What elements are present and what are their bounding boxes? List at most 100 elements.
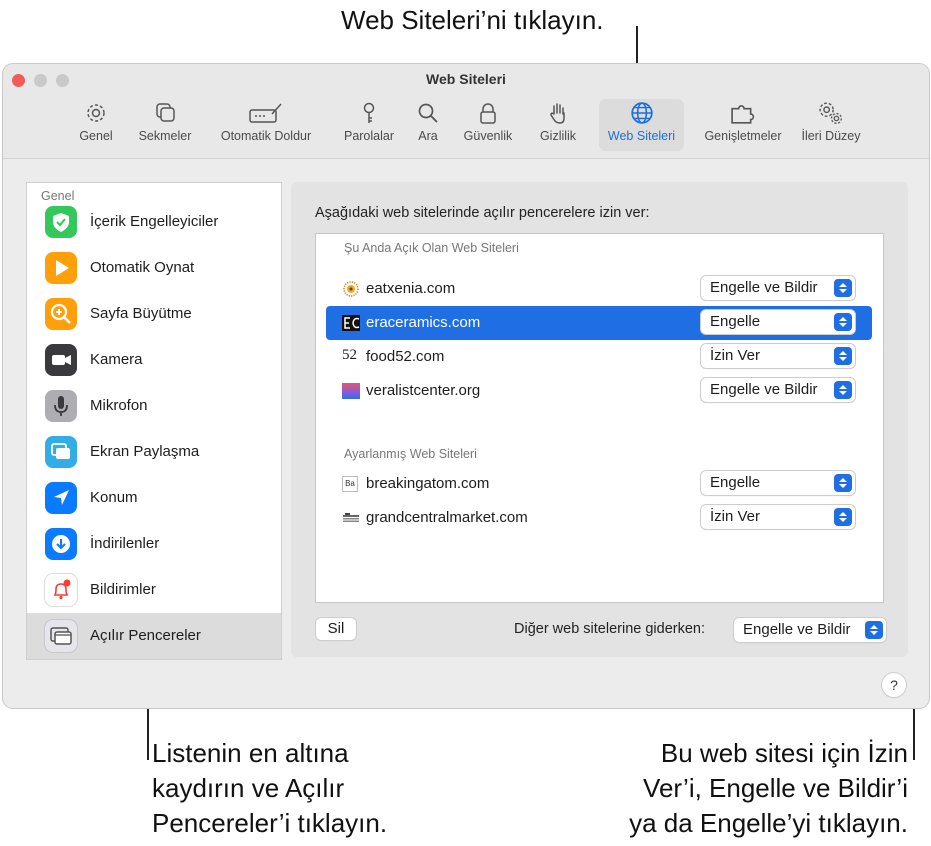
sidebar-item-label: İçerik Engelleyiciler: [90, 213, 219, 230]
gcm-favicon-icon: [343, 513, 359, 522]
autofill-icon: [249, 103, 282, 123]
callout-top: Web Siteleri’ni tıklayın.: [341, 5, 604, 35]
gear-icon: [87, 104, 105, 122]
sidebar-item-label: Otomatik Oynat: [90, 259, 195, 276]
chevron-updown-icon: [834, 279, 852, 297]
callout-left-line-3: Pencereler’i tıklayın.: [152, 808, 388, 838]
ba-favicon-icon: Ba: [342, 476, 358, 492]
sidebar-item-konum[interactable]: Konum: [27, 475, 281, 521]
help-button[interactable]: ?: [882, 673, 906, 697]
popup-value: Engelle: [710, 313, 761, 330]
microphone-icon: [45, 390, 77, 422]
tab-ara[interactable]: Ara: [409, 99, 447, 151]
tab-guvenlik[interactable]: Güvenlik: [458, 99, 518, 151]
location-icon: [45, 482, 77, 514]
titlebar: Web Siteleri Genel Sekmeler Otomatik Dol…: [3, 64, 929, 159]
site-row[interactable]: veralistcenter.org Engelle ve Bildir: [326, 374, 872, 408]
chevron-updown-icon: [834, 381, 852, 399]
sidebar-item-otomatik-oynat[interactable]: Otomatik Oynat: [27, 245, 281, 291]
chevron-updown-icon: [834, 347, 852, 365]
chevron-updown-icon: [865, 621, 883, 639]
other-sites-label: Diğer web sitelerine giderken:: [514, 621, 706, 637]
tab-gizlilik[interactable]: Gizlilik: [533, 99, 583, 151]
section-configured-sites: Ayarlanmış Web Siteleri: [344, 447, 477, 461]
sidebar-item-kamera[interactable]: Kamera: [27, 337, 281, 383]
callout-right-line-3: ya da Engelle’yi tıklayın.: [629, 808, 908, 838]
popup-value: Engelle ve Bildir: [743, 621, 851, 638]
popup-value: İzin Ver: [710, 508, 761, 525]
site-name: eraceramics.com: [366, 314, 481, 331]
tab-genel-label: Genel: [79, 129, 113, 143]
screen-sharing-icon: [45, 436, 77, 468]
site-row-selected[interactable]: eraceramics.com Engelle: [326, 306, 872, 340]
site-row[interactable]: eatxenia.com Engelle ve Bildir: [326, 272, 872, 306]
panel-heading: Aşağıdaki web sitelerinde açılır pencere…: [315, 205, 650, 221]
popup-settings-panel: Aşağıdaki web sitelerinde açılır pencere…: [291, 182, 908, 657]
sidebar-item-bildirimler[interactable]: Bildirimler: [27, 567, 281, 613]
website-list[interactable]: Şu Anda Açık Olan Web Siteleri eatxenia.…: [315, 233, 884, 603]
site-setting-popup[interactable]: İzin Ver: [701, 505, 855, 529]
site-setting-popup[interactable]: İzin Ver: [701, 344, 855, 368]
sun-favicon-icon: [343, 281, 359, 297]
tab-ileri-duzey-label: İleri Düzey: [801, 129, 861, 143]
site-setting-popup[interactable]: Engelle ve Bildir: [701, 378, 855, 402]
chevron-updown-icon: [834, 474, 852, 492]
sidebar-item-label: Sayfa Büyütme: [90, 305, 192, 322]
other-sites-popup[interactable]: Engelle ve Bildir: [734, 618, 886, 642]
callout-right: Bu web sitesi için İzin Ver’i, Engelle v…: [590, 736, 908, 841]
popup-value: İzin Ver: [710, 347, 761, 364]
window-title: Web Siteleri: [426, 71, 506, 87]
autoplay-icon: [45, 252, 77, 284]
tab-genisletmeler[interactable]: Genişletmeler: [697, 99, 789, 151]
lock-icon: [480, 103, 496, 124]
camera-icon: [45, 344, 77, 376]
sidebar-item-label: Konum: [90, 489, 138, 506]
tab-sekmeler[interactable]: Sekmeler: [133, 99, 197, 151]
site-row[interactable]: Ba breakingatom.com Engelle: [326, 467, 872, 501]
sidebar-item-label: Bildirimler: [90, 581, 156, 598]
remove-button[interactable]: Sil: [316, 618, 356, 640]
popup-value: Engelle ve Bildir: [710, 381, 818, 398]
sidebar-item-label: İndirilenler: [90, 535, 160, 552]
site-name: veralistcenter.org: [366, 382, 481, 399]
ec-favicon-icon: [342, 315, 360, 331]
site-setting-popup[interactable]: Engelle ve Bildir: [701, 276, 855, 300]
sidebar-item-acilir-pencereler[interactable]: Açılır Pencereler: [27, 613, 281, 659]
tab-ileri-duzey[interactable]: İleri Düzey: [789, 99, 873, 151]
tab-parolalar[interactable]: Parolalar: [337, 99, 401, 151]
callout-left-line-2: kaydırın ve Açılır: [152, 773, 345, 803]
tab-web-siteleri-label: Web Siteleri: [607, 129, 676, 143]
tab-gizlilik-label: Gizlilik: [539, 129, 577, 143]
tab-ara-label: Ara: [418, 129, 438, 143]
tab-guvenlik-label: Güvenlik: [463, 129, 513, 143]
sidebar-item-sayfa-buyutme[interactable]: Sayfa Büyütme: [27, 291, 281, 337]
sidebar-item-icerik-engelleyiciler[interactable]: İçerik Engelleyiciler: [27, 199, 281, 245]
callout-left-line-1: Listenin en altına: [152, 738, 349, 768]
site-row[interactable]: grandcentralmarket.com İzin Ver: [326, 501, 872, 535]
key-icon: [363, 102, 375, 123]
content-blocker-icon: [45, 206, 77, 238]
site-row[interactable]: 52 food52.com İzin Ver: [326, 340, 872, 374]
site-name: eatxenia.com: [366, 280, 456, 297]
notifications-icon: [45, 574, 77, 606]
site-setting-popup[interactable]: Engelle: [701, 310, 855, 334]
tab-web-siteleri[interactable]: Web Siteleri: [599, 99, 684, 151]
search-icon: [418, 103, 438, 123]
tab-genel[interactable]: Genel: [73, 99, 119, 151]
sidebar-item-mikrofon[interactable]: Mikrofon: [27, 383, 281, 429]
tab-otomatik-doldur-label: Otomatik Doldur: [220, 129, 312, 143]
sidebar-item-indirilenler[interactable]: İndirilenler: [27, 521, 281, 567]
tab-otomatik-doldur[interactable]: Otomatik Doldur: [213, 99, 319, 151]
popup-value: Engelle ve Bildir: [710, 279, 818, 296]
site-setting-popup[interactable]: Engelle: [701, 471, 855, 495]
callout-left: Listenin en altına kaydırın ve Açılır Pe…: [152, 736, 387, 841]
popup-value: Engelle: [710, 474, 761, 491]
gears-icon: [819, 102, 843, 125]
tab-parolalar-label: Parolalar: [343, 129, 395, 143]
sidebar-item-label: Kamera: [90, 351, 143, 368]
tab-genisletmeler-label: Genişletmeler: [704, 129, 782, 143]
sidebar-item-ekran-paylasma[interactable]: Ekran Paylaşma: [27, 429, 281, 475]
sidebar[interactable]: Genel İçerik Engelleyiciler Otomatik Oyn…: [26, 182, 282, 660]
callout-right-line-1: Bu web sitesi için İzin: [660, 738, 908, 768]
page-zoom-icon: [45, 298, 77, 330]
